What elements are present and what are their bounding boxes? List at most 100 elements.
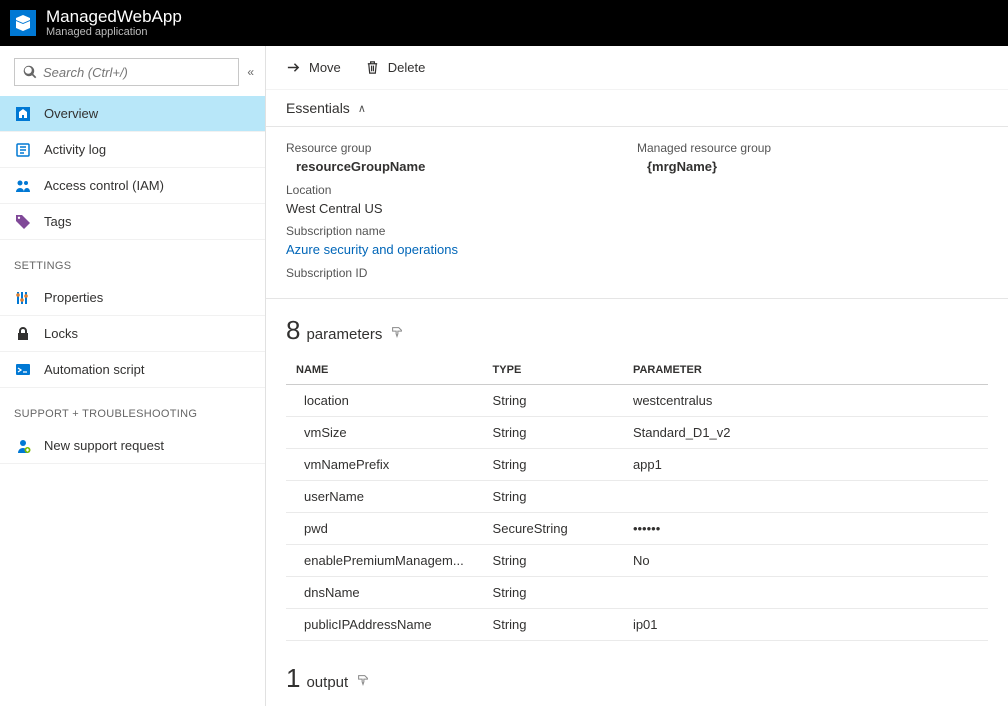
pin-icon[interactable] [390, 325, 404, 343]
delete-label: Delete [388, 60, 426, 75]
table-row[interactable]: dnsNameString [286, 576, 988, 608]
table-row[interactable]: enablePremiumManagem...StringNo [286, 544, 988, 576]
essentials-panel: Resource group resourceGroupName Locatio… [266, 127, 1008, 299]
sidebar-item-label: Automation script [44, 362, 144, 377]
cell-name: publicIPAddressName [286, 608, 483, 640]
cell-param: westcentralus [623, 384, 988, 416]
sidebar-item-access-control[interactable]: Access control (IAM) [0, 168, 265, 204]
outputs-section: 1 output NAME TYPE OUTPUT applicationEnd… [266, 647, 1008, 706]
search-input[interactable] [43, 65, 230, 80]
sidebar-item-automation-script[interactable]: Automation script [0, 352, 265, 388]
cell-name: location [286, 384, 483, 416]
arrow-right-icon [286, 60, 301, 75]
table-row[interactable]: locationStringwestcentralus [286, 384, 988, 416]
pin-icon[interactable] [356, 673, 370, 691]
subscription-name-label: Subscription name [286, 222, 637, 240]
cell-type: String [483, 416, 623, 448]
outputs-title: output [306, 674, 348, 691]
cell-param [623, 480, 988, 512]
sidebar-item-label: Tags [44, 214, 71, 229]
activity-log-icon [14, 141, 32, 159]
toolbar: Move Delete [266, 46, 1008, 90]
tag-icon [14, 213, 32, 231]
essentials-toggle[interactable]: Essentials ∧ [266, 90, 1008, 127]
parameters-table: NAME TYPE PARAMETER locationStringwestce… [286, 356, 988, 641]
managed-rg-value: {mrgName} [637, 157, 988, 177]
chevron-up-icon: ∧ [358, 102, 366, 115]
topbar-titles: ManagedWebApp Managed application [46, 7, 182, 39]
cell-name: vmNamePrefix [286, 448, 483, 480]
cell-type: String [483, 480, 623, 512]
cell-param [623, 576, 988, 608]
sidebar-item-label: Properties [44, 290, 103, 305]
cell-name: pwd [286, 512, 483, 544]
delete-button[interactable]: Delete [365, 60, 426, 75]
page-subtitle: Managed application [46, 26, 182, 39]
sidebar-item-overview[interactable]: Overview [0, 96, 265, 132]
table-row[interactable]: vmSizeStringStandard_D1_v2 [286, 416, 988, 448]
cell-param: ip01 [623, 608, 988, 640]
cell-type: String [483, 576, 623, 608]
location-value: West Central US [286, 199, 637, 219]
sidebar-item-new-support[interactable]: New support request [0, 428, 265, 464]
content-area: Move Delete Essentials ∧ Resource group … [266, 46, 1008, 706]
outputs-count: 1 [286, 663, 300, 694]
properties-icon [14, 289, 32, 307]
table-row[interactable]: vmNamePrefixStringapp1 [286, 448, 988, 480]
sidebar-item-label: New support request [44, 438, 164, 453]
cell-name: vmSize [286, 416, 483, 448]
resource-group-label: Resource group [286, 139, 637, 157]
cell-param: •••••• [623, 512, 988, 544]
section-header-settings: SETTINGS [0, 240, 265, 280]
resource-group-value: resourceGroupName [286, 157, 637, 177]
sidebar-item-tags[interactable]: Tags [0, 204, 265, 240]
page-title: ManagedWebApp [46, 7, 182, 27]
cell-type: SecureString [483, 512, 623, 544]
sidebar-item-locks[interactable]: Locks [0, 316, 265, 352]
cell-param: No [623, 544, 988, 576]
subscription-id-label: Subscription ID [286, 264, 637, 282]
table-row[interactable]: publicIPAddressNameStringip01 [286, 608, 988, 640]
parameters-count: 8 [286, 315, 300, 346]
overview-icon [14, 105, 32, 123]
cell-type: String [483, 544, 623, 576]
automation-script-icon [14, 361, 32, 379]
sidebar: « Overview Activity log Access control (… [0, 46, 266, 706]
sidebar-item-label: Overview [44, 106, 98, 121]
cell-name: enablePremiumManagem... [286, 544, 483, 576]
support-icon [14, 437, 32, 455]
move-label: Move [309, 60, 341, 75]
col-parameter: PARAMETER [623, 356, 988, 385]
sidebar-item-label: Locks [44, 326, 78, 341]
sidebar-item-label: Access control (IAM) [44, 178, 164, 193]
cell-type: String [483, 384, 623, 416]
table-row[interactable]: userNameString [286, 480, 988, 512]
cell-name: userName [286, 480, 483, 512]
sidebar-item-properties[interactable]: Properties [0, 280, 265, 316]
parameters-title: parameters [306, 326, 382, 343]
collapse-sidebar-button[interactable]: « [247, 65, 251, 79]
search-box[interactable] [14, 58, 239, 86]
col-type: TYPE [483, 356, 623, 385]
sidebar-item-activity-log[interactable]: Activity log [0, 132, 265, 168]
parameters-section: 8 parameters NAME TYPE PARAMETER locatio… [266, 299, 1008, 647]
location-label: Location [286, 181, 637, 199]
cell-type: String [483, 608, 623, 640]
table-row[interactable]: pwdSecureString•••••• [286, 512, 988, 544]
move-button[interactable]: Move [286, 60, 341, 75]
resource-type-icon [10, 10, 36, 36]
top-bar: ManagedWebApp Managed application [0, 0, 1008, 46]
subscription-name-link[interactable]: Azure security and operations [286, 240, 637, 260]
search-icon [23, 65, 37, 79]
sidebar-item-label: Activity log [44, 142, 106, 157]
managed-rg-label: Managed resource group [637, 139, 988, 157]
cell-param: Standard_D1_v2 [623, 416, 988, 448]
lock-icon [14, 325, 32, 343]
section-header-support: SUPPORT + TROUBLESHOOTING [0, 388, 265, 428]
cell-type: String [483, 448, 623, 480]
cell-param: app1 [623, 448, 988, 480]
cell-name: dnsName [286, 576, 483, 608]
essentials-label: Essentials [286, 100, 350, 116]
col-name: NAME [286, 356, 483, 385]
access-control-icon [14, 177, 32, 195]
